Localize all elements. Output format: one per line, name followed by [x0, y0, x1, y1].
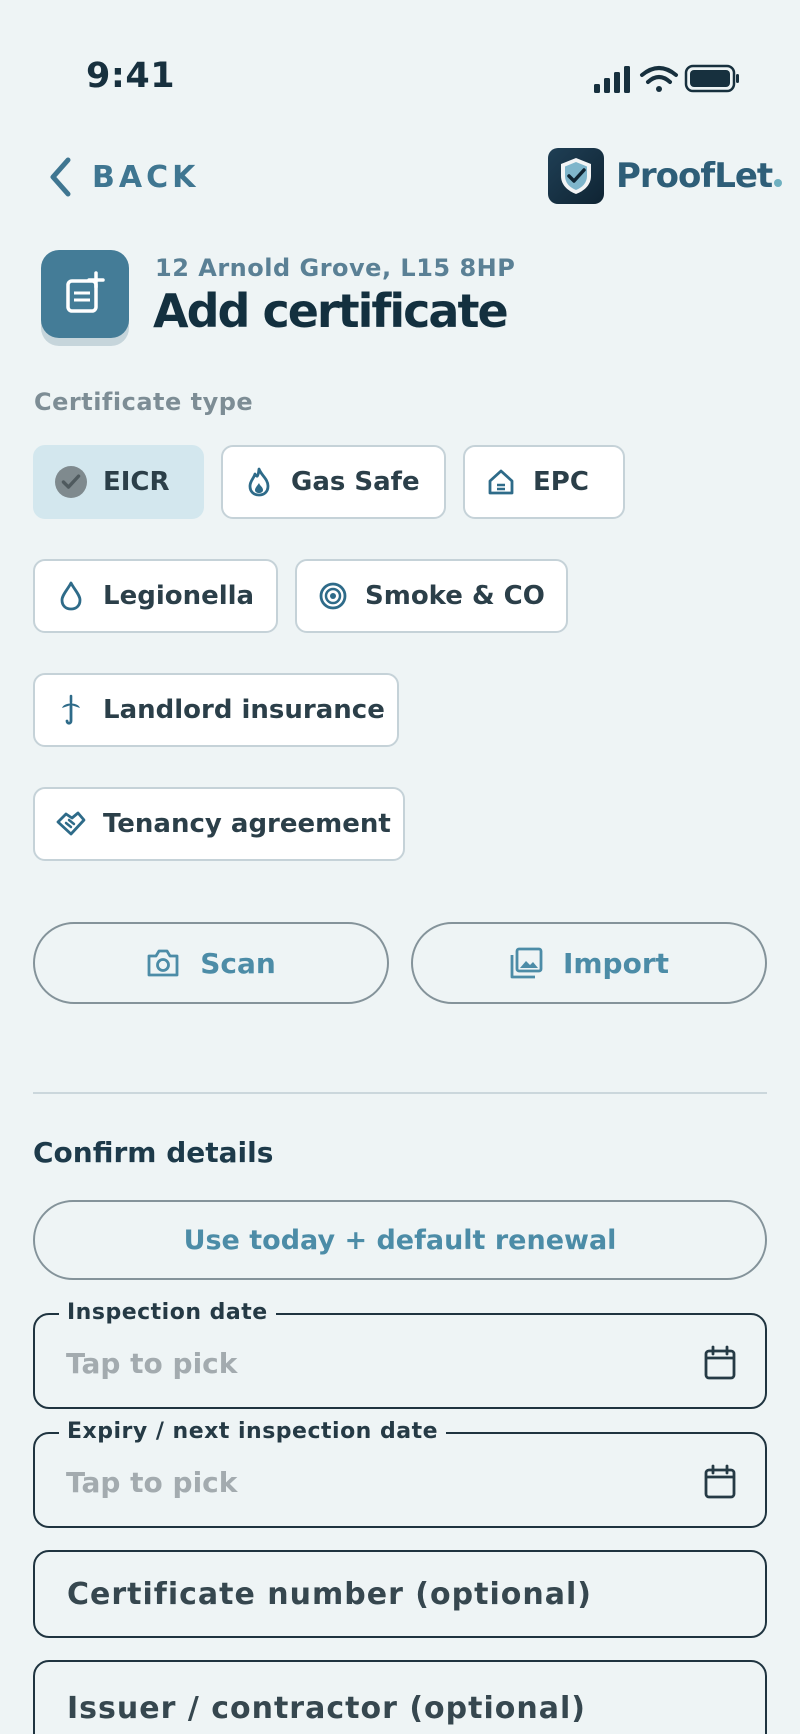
- handshake-icon: [55, 808, 87, 840]
- expiry-date-label: Expiry / next inspection date: [59, 1419, 447, 1444]
- chip-eicr[interactable]: EICR: [33, 445, 204, 519]
- add-document-icon: [41, 250, 129, 338]
- shield-check-icon: [548, 148, 604, 204]
- use-today-default-renewal-button[interactable]: Use today + default renewal: [33, 1200, 767, 1280]
- calendar-icon[interactable]: [703, 1345, 737, 1381]
- brand-logo: ProofLet: [548, 148, 783, 204]
- umbrella-icon: [55, 694, 87, 726]
- battery-icon: [684, 64, 739, 93]
- expiry-date-field[interactable]: Expiry / next inspection date Tap to pic…: [33, 1419, 767, 1528]
- inspection-date-label: Inspection date: [59, 1300, 276, 1325]
- certificate-number-input[interactable]: Certificate number (optional): [33, 1550, 767, 1638]
- chip-tenancy-agreement[interactable]: Tenancy agreement: [33, 787, 405, 861]
- flame-icon: [243, 466, 275, 498]
- chevron-left-icon: [50, 157, 71, 197]
- import-button[interactable]: Import: [411, 922, 767, 1004]
- brand-name: ProofLet: [616, 156, 783, 196]
- image-gallery-icon: [510, 947, 543, 979]
- confirm-details-title: Confirm details: [33, 1136, 274, 1169]
- detector-icon: [317, 580, 349, 612]
- water-drop-icon: [55, 580, 87, 612]
- chip-landlord-insurance[interactable]: Landlord insurance: [33, 673, 399, 747]
- chip-epc[interactable]: EPC: [463, 445, 625, 519]
- inspection-date-field[interactable]: Inspection date Tap to pick: [33, 1300, 767, 1409]
- calendar-icon[interactable]: [703, 1464, 737, 1500]
- chip-legionella[interactable]: Legionella: [33, 559, 278, 633]
- chip-smoke-co[interactable]: Smoke & CO: [295, 559, 568, 633]
- page-title: Add certificate: [153, 284, 509, 338]
- back-label: BACK: [92, 159, 200, 195]
- inspection-date-placeholder: Tap to pick: [66, 1347, 238, 1380]
- divider: [33, 1092, 767, 1094]
- status-time: 9:41: [86, 56, 176, 96]
- wifi-icon: [640, 66, 678, 92]
- status-icons: [594, 64, 739, 93]
- expiry-date-placeholder: Tap to pick: [66, 1466, 238, 1499]
- camera-icon: [147, 949, 179, 977]
- certificate-type-label: Certificate type: [34, 388, 254, 416]
- chip-gas-safe[interactable]: Gas Safe: [221, 445, 446, 519]
- cellular-signal-icon: [594, 66, 630, 93]
- house-energy-icon: [485, 466, 517, 498]
- property-address: 12 Arnold Grove, L15 8HP: [155, 254, 516, 282]
- check-circle-icon: [55, 466, 87, 498]
- back-button[interactable]: BACK: [48, 152, 199, 202]
- issuer-contractor-input[interactable]: Issuer / contractor (optional): [33, 1660, 767, 1734]
- scan-button[interactable]: Scan: [33, 922, 389, 1004]
